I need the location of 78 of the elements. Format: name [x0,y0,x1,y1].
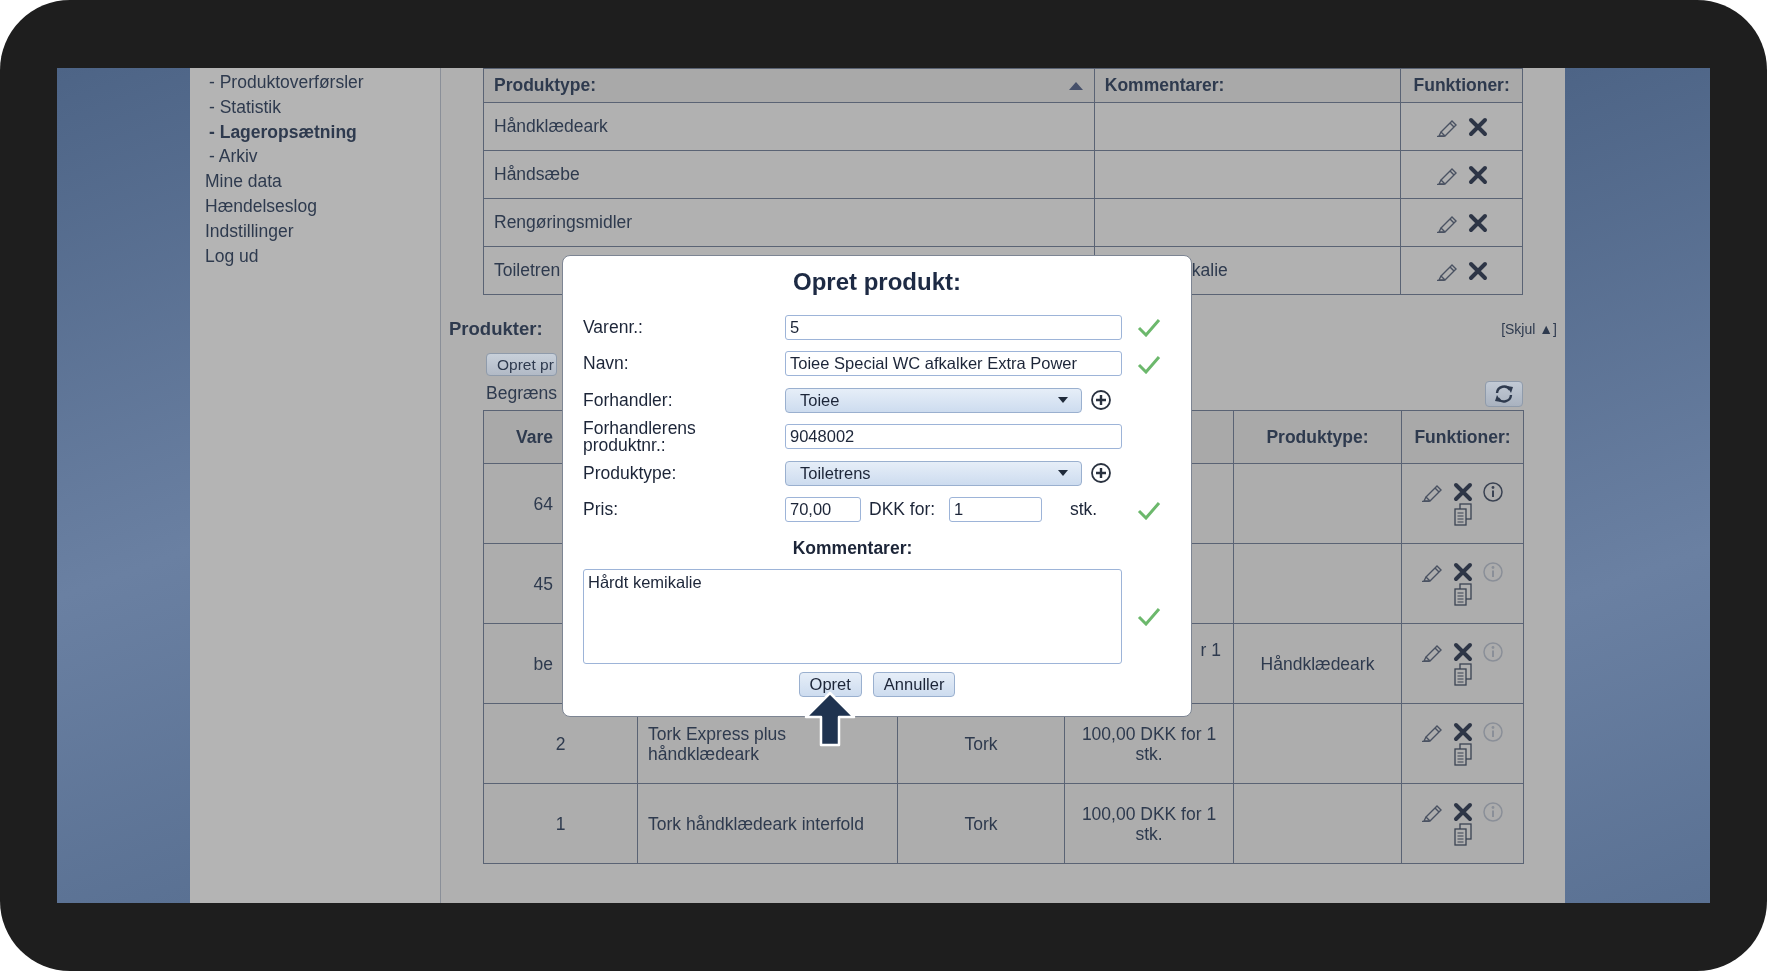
table-cell: Tork håndklædeark interfold [648,813,864,834]
caret-icon [1057,396,1069,405]
copy-icon[interactable] [1452,742,1473,767]
column-header: Kommentarer: [1104,75,1225,96]
delete-icon[interactable] [1467,260,1488,281]
copy-icon[interactable] [1452,822,1473,847]
sidebar-item[interactable]: Indstillinger [190,218,440,244]
filter-label: Begræns [486,383,557,404]
column-header: Funktioner: [1413,75,1510,95]
table-cell: kalie [1191,260,1228,280]
input-field[interactable]: 5 [785,314,1122,340]
section-title: Produkter: [449,318,543,340]
dropdown[interactable]: Toiletrens [785,460,1082,486]
create-button[interactable]: Opret [798,671,862,697]
field-label: Pris: [583,501,619,519]
section-label: Kommentarer: [791,536,914,560]
table-cell: Tork [964,733,998,754]
price-field[interactable]: 70,00 [785,497,861,523]
delete-icon[interactable] [1452,721,1473,742]
unit-label: stk. [1070,499,1098,521]
sidebar-item[interactable]: - Produktoverførsler [190,70,440,95]
table-cell: 100,00 DKK for 1 stk. [1081,723,1217,764]
field-label: Navn: [583,355,630,373]
table-cell: Håndsæbe [494,164,580,184]
field-label: DKK for: [869,499,937,521]
cancel-button[interactable]: Annuller [872,671,956,697]
copy-icon[interactable] [1452,582,1473,607]
sidebar-item[interactable]: - Statistik [190,94,440,120]
table-cell: r 1 [1200,640,1221,660]
column-header: Produktype: [1266,426,1369,447]
table-cell: 100,00 DKK for 1 stk. [1081,803,1217,844]
dropdown[interactable]: Toiee [785,387,1082,413]
caret-icon [1057,469,1069,478]
field-label: Varenr.: [583,318,644,336]
table-cell: Håndklædeark [494,116,608,136]
delete-icon[interactable] [1467,164,1488,185]
column-header: Produktype: [494,75,597,96]
info-icon[interactable] [1481,480,1504,503]
refresh-icon [1494,384,1514,403]
refresh-button[interactable] [1485,380,1523,407]
table-cell: be [533,653,553,674]
table-cell: Håndklædeark [1260,653,1375,674]
add-icon[interactable] [1090,462,1112,485]
table-cell: Toiletren [494,260,561,280]
comment-field[interactable]: Hårdt kemikalie [583,568,1122,664]
column-header: Vare [516,426,553,447]
copy-icon[interactable] [1452,502,1473,527]
sidebar-item[interactable]: - Arkiv [190,144,440,170]
create-product-button[interactable]: Opret pr [486,353,557,376]
column-header: Funktioner: [1414,426,1511,447]
field-label: Produktype: [583,464,678,482]
copy-icon[interactable] [1452,662,1473,687]
add-icon[interactable] [1090,389,1112,412]
hide-link[interactable]: [Skjul ▲] [1501,321,1557,337]
delete-icon[interactable] [1467,116,1488,137]
sidebar-item[interactable]: Mine data [190,169,440,194]
table-cell: Tork [964,813,998,834]
quantity-field[interactable]: 1 [949,497,1042,523]
delete-icon[interactable] [1452,801,1473,822]
sort-icon[interactable] [1067,80,1084,91]
table-cell: 64 [533,493,553,514]
table-cell: Tork Express plus håndklædeark [648,723,787,764]
delete-icon[interactable] [1452,641,1473,662]
delete-icon[interactable] [1452,481,1473,502]
sidebar-item[interactable]: Log ud [190,243,440,269]
table-cell: Rengøringsmidler [494,212,633,232]
dialog-title: Opret produkt: [792,267,962,297]
table-cell: 2 [555,733,566,754]
field-label: Forhandlerens produktnr.: [583,419,697,454]
field-label: Forhandler: [583,391,674,409]
delete-icon[interactable] [1467,212,1488,233]
table-cell: 1 [555,813,566,834]
delete-icon[interactable] [1452,561,1473,582]
sidebar-item[interactable]: Hændelseslog [190,194,440,219]
input-field[interactable]: Toiee Special WC afkalker Extra Power [785,351,1122,377]
sidebar-item[interactable]: - Lageropsætning [190,119,440,145]
table-cell: 45 [533,573,553,594]
input-field[interactable]: 9048002 [785,424,1122,450]
